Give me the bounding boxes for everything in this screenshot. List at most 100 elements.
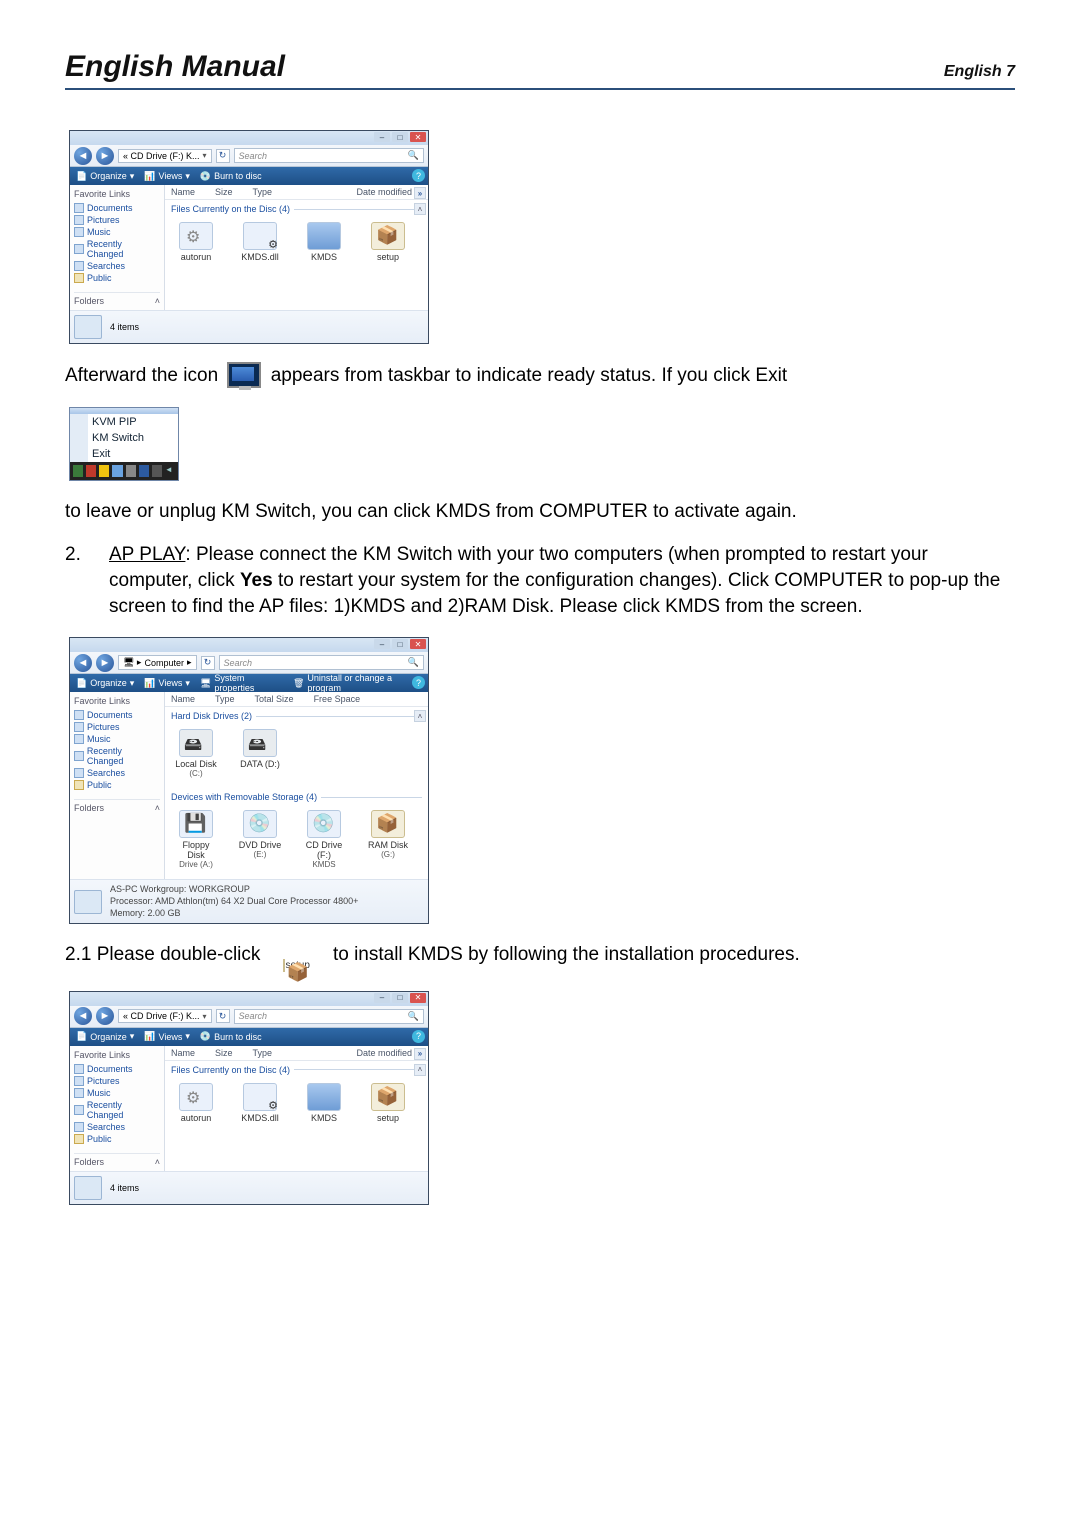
uninstall-button[interactable]: 🗑 Uninstall or change a program <box>293 673 422 693</box>
drive-ram-g[interactable]: RAM Disk(G:) <box>365 810 411 869</box>
file-kmds-dll[interactable]: KMDS.dll <box>237 1083 283 1123</box>
sidebar-item-recent[interactable]: Recently Changed <box>74 1099 160 1121</box>
help-button[interactable]: ? <box>412 1030 425 1043</box>
sidebar-item-music[interactable]: Music <box>74 226 160 238</box>
column-headers[interactable]: Name Type Total Size Free Space <box>165 692 428 707</box>
command-bar: 📄 Organize ▾ 📊 Views ▾ 🖥 System properti… <box>70 674 428 692</box>
page-title: English Manual <box>65 50 285 84</box>
maximize-button[interactable]: □ <box>392 639 408 649</box>
scroll-up-button[interactable]: ˄ <box>414 710 426 722</box>
menu-item-exit[interactable]: Exit <box>88 446 178 462</box>
organize-menu[interactable]: 📄 Organize ▾ <box>76 171 134 182</box>
back-button[interactable]: ◄ <box>74 654 92 672</box>
breadcrumb[interactable]: 🖥 ▸ Computer ▸ <box>118 655 197 670</box>
minimize-button[interactable]: – <box>374 993 390 1003</box>
file-autorun[interactable]: autorun <box>173 222 219 262</box>
sidebar-item-documents[interactable]: Documents <box>74 709 160 721</box>
refresh-button[interactable]: ↻ <box>216 1009 230 1023</box>
command-bar: 📄 Organize ▾ 📊 Views ▾ 💿 Burn to disc ? <box>70 167 428 185</box>
computer-icon <box>74 890 102 914</box>
close-button[interactable]: ✕ <box>410 639 426 649</box>
search-input[interactable]: Search🔍 <box>219 655 425 670</box>
organize-menu[interactable]: 📄 Organize ▾ <box>76 1031 134 1042</box>
file-group-header: Files Currently on the Disc (4) <box>171 204 422 214</box>
system-properties-button[interactable]: 🖥 System properties <box>200 673 283 693</box>
forward-button[interactable]: ► <box>96 654 114 672</box>
folders-toggle[interactable]: Folders˄ <box>74 292 160 306</box>
close-button[interactable]: ✕ <box>410 132 426 142</box>
body-paragraph-4: 2.1 Please double-click setup to install… <box>65 942 1015 973</box>
sidebar-item-pictures[interactable]: Pictures <box>74 214 160 226</box>
sidebar-item-documents[interactable]: Documents <box>74 1063 160 1075</box>
columns-more-button[interactable]: » <box>414 187 426 199</box>
minimize-button[interactable]: – <box>374 639 390 649</box>
help-button[interactable]: ? <box>412 676 425 689</box>
sidebar: Favorite Links Documents Pictures Music … <box>70 185 165 310</box>
scroll-up-button[interactable]: ˄ <box>414 203 426 215</box>
sidebar-item-searches[interactable]: Searches <box>74 1121 160 1133</box>
scroll-up-button[interactable]: ˄ <box>414 1064 426 1076</box>
sidebar-item-pictures[interactable]: Pictures <box>74 1075 160 1087</box>
sidebar-item-searches[interactable]: Searches <box>74 260 160 272</box>
menu-item-kvm-pip[interactable]: KVM PIP <box>88 414 178 430</box>
file-kmds-dll[interactable]: KMDS.dll <box>237 222 283 262</box>
body-paragraph-2: to leave or unplug KM Switch, you can cl… <box>65 499 1015 525</box>
drive-cd-f[interactable]: CD Drive (F:)KMDS <box>301 810 347 869</box>
refresh-button[interactable]: ↻ <box>201 656 215 670</box>
search-input[interactable]: Search🔍 <box>234 1009 424 1024</box>
forward-button[interactable]: ► <box>96 1007 114 1025</box>
views-menu[interactable]: 📊 Views ▾ <box>144 678 190 689</box>
sidebar-item-public[interactable]: Public <box>74 1133 160 1145</box>
page-number: English 7 <box>944 63 1015 81</box>
command-bar: 📄 Organize ▾ 📊 Views ▾ 💿 Burn to disc ? <box>70 1028 428 1046</box>
tray-context-menu: KVM PIP KM Switch Exit ◄ <box>69 407 179 481</box>
favorite-links-header: Favorite Links <box>74 696 160 706</box>
refresh-button[interactable]: ↻ <box>216 149 230 163</box>
favorite-links-header: Favorite Links <box>74 1050 160 1060</box>
close-button[interactable]: ✕ <box>410 993 426 1003</box>
sidebar-item-searches[interactable]: Searches <box>74 767 160 779</box>
burn-button[interactable]: 💿 Burn to disc <box>200 171 262 182</box>
back-button[interactable]: ◄ <box>74 147 92 165</box>
folders-toggle[interactable]: Folders˄ <box>74 799 160 813</box>
maximize-button[interactable]: □ <box>392 132 408 142</box>
drive-dvd-e[interactable]: DVD Drive(E:) <box>237 810 283 869</box>
sidebar-item-recent[interactable]: Recently Changed <box>74 238 160 260</box>
columns-more-button[interactable]: » <box>414 1048 426 1060</box>
breadcrumb[interactable]: « CD Drive (F:) K...▾ <box>118 149 212 163</box>
minimize-button[interactable]: – <box>374 132 390 142</box>
sidebar-item-recent[interactable]: Recently Changed <box>74 745 160 767</box>
file-setup[interactable]: setup <box>365 1083 411 1123</box>
file-kmds[interactable]: KMDS <box>301 1083 347 1123</box>
breadcrumb[interactable]: « CD Drive (F:) K...▾ <box>118 1009 212 1023</box>
file-kmds[interactable]: KMDS <box>301 222 347 262</box>
column-headers[interactable]: Name Size Type Date modified <box>165 1046 428 1061</box>
views-menu[interactable]: 📊 Views ▾ <box>144 1031 190 1042</box>
burn-button[interactable]: 💿 Burn to disc <box>200 1031 262 1042</box>
sidebar-item-pictures[interactable]: Pictures <box>74 721 160 733</box>
help-button[interactable]: ? <box>412 169 425 182</box>
sidebar-item-documents[interactable]: Documents <box>74 202 160 214</box>
drive-data-d[interactable]: DATA (D:) <box>237 729 283 778</box>
folders-toggle[interactable]: Folders˄ <box>74 1153 160 1167</box>
organize-menu[interactable]: 📄 Organize ▾ <box>76 678 134 689</box>
file-group-header: Files Currently on the Disc (4) <box>171 1065 422 1075</box>
column-headers[interactable]: Name Size Type Date modified <box>165 185 428 200</box>
sidebar-item-public[interactable]: Public <box>74 779 160 791</box>
maximize-button[interactable]: □ <box>392 993 408 1003</box>
sidebar-item-music[interactable]: Music <box>74 1087 160 1099</box>
menu-item-km-switch[interactable]: KM Switch <box>88 430 178 446</box>
sidebar-item-music[interactable]: Music <box>74 733 160 745</box>
back-button[interactable]: ◄ <box>74 1007 92 1025</box>
file-autorun[interactable]: autorun <box>173 1083 219 1123</box>
status-bar: 4 items <box>70 310 428 343</box>
views-menu[interactable]: 📊 Views ▾ <box>144 171 190 182</box>
file-setup[interactable]: setup <box>365 222 411 262</box>
forward-button[interactable]: ► <box>96 147 114 165</box>
search-input[interactable]: Search🔍 <box>234 148 424 163</box>
sidebar-item-public[interactable]: Public <box>74 272 160 284</box>
body-paragraph-1: Afterward the icon appears from taskbar … <box>65 362 1015 389</box>
drive-local-c[interactable]: Local Disk(C:) <box>173 729 219 778</box>
body-paragraph-3: 2. AP PLAY: Please connect the KM Switch… <box>65 542 1015 619</box>
drive-floppy-a[interactable]: Floppy DiskDrive (A:) <box>173 810 219 869</box>
